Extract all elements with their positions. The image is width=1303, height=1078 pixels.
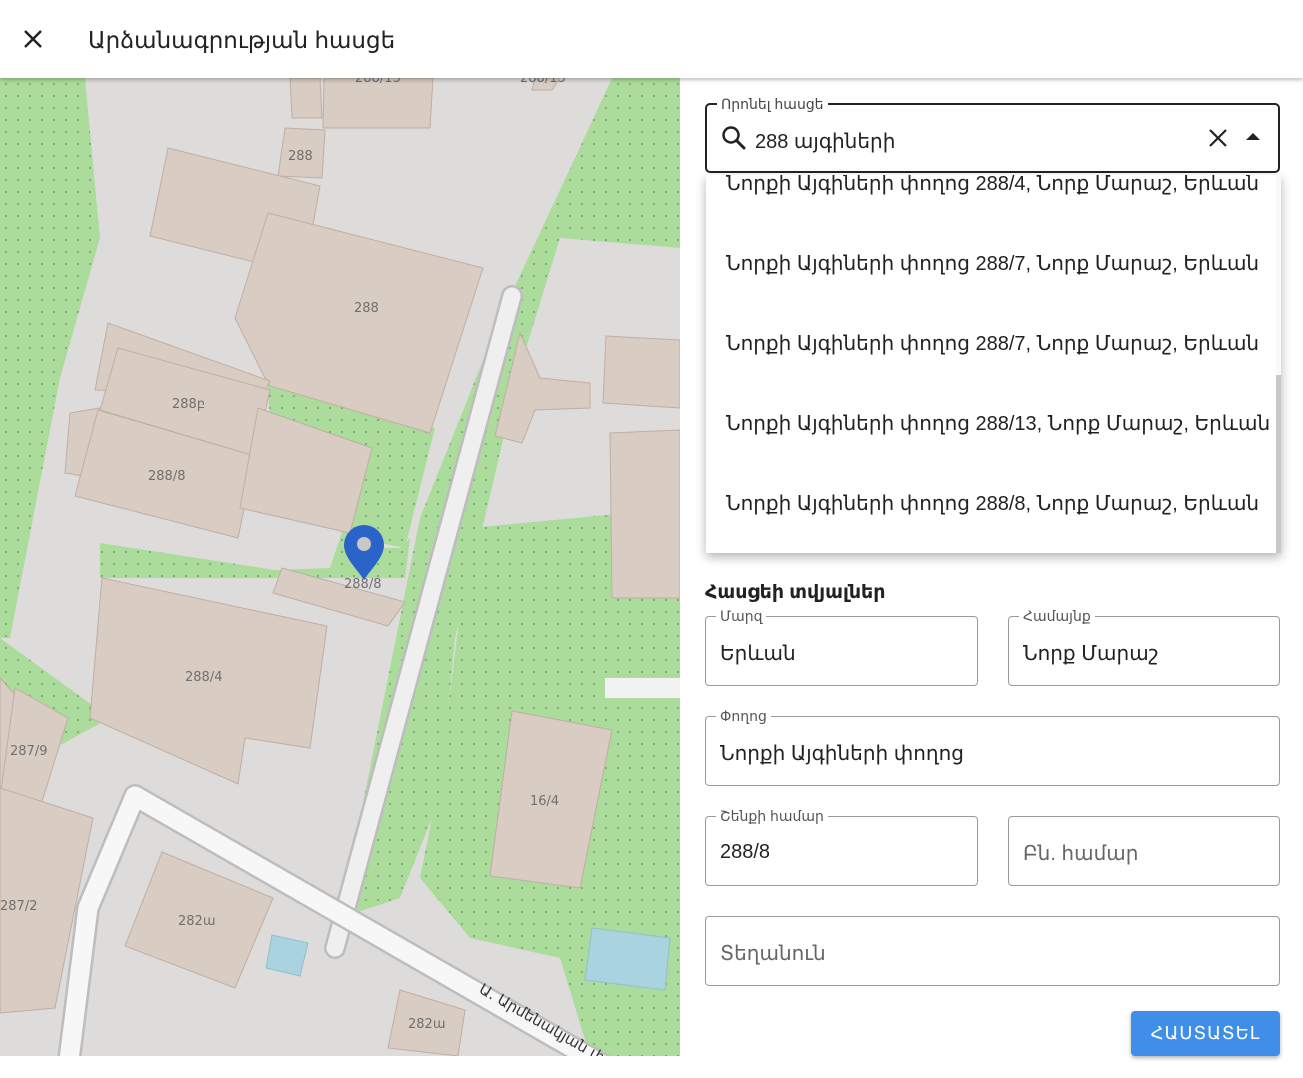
building-label: 288/13: [520, 78, 566, 86]
building-label: 287/2: [0, 899, 37, 914]
address-search-field[interactable]: Որոնել հասցե 288 այգիների: [705, 96, 1280, 173]
address-dialog: Արձանագրության հասցե 288/13 288/13 288 2…: [0, 0, 1303, 1078]
building-label: 288/8: [148, 469, 185, 484]
street-value[interactable]: Նորքի Այգիների փողոց: [720, 741, 964, 766]
dialog-title: Արձանագրության հասցե: [88, 27, 396, 53]
building-number-value[interactable]: 288/8: [720, 841, 770, 864]
close-button[interactable]: [16, 22, 50, 56]
community-field[interactable]: Համայնք Նորք Մարաշ: [1008, 608, 1280, 686]
water-area: [265, 934, 309, 977]
apartment-number-placeholder: Բն. համար: [1023, 843, 1139, 865]
confirm-button[interactable]: ՀԱՍՏԱՏԵԼ: [1131, 1011, 1280, 1056]
address-details-title: Հասցեի տվյալներ: [705, 582, 886, 603]
building-label: 16/4: [530, 794, 559, 809]
water-area: [584, 927, 671, 991]
address-panel: Որոնել հասցե 288 այգիների Նորքի Այգիների…: [680, 78, 1303, 1078]
dropdown-scroll-thumb[interactable]: [1276, 375, 1281, 553]
map-canvas[interactable]: 288/13 288/13 288 288 288բ 288/8 288/8 2…: [0, 78, 680, 1056]
street-field[interactable]: Փողոց Նորքի Այգիների փողոց: [705, 708, 1280, 786]
building-label: 288/8: [344, 577, 381, 592]
caret-up-icon[interactable]: [1246, 133, 1260, 140]
region-value[interactable]: Երևան: [720, 641, 796, 666]
apartment-number-field[interactable]: Բն. համար: [1008, 816, 1280, 886]
building-label: 288բ: [172, 397, 205, 412]
suggestion-item[interactable]: Նորքի Այգիների փողոց 288/13, Նորք Մարաշ,…: [706, 383, 1276, 463]
street-label-text: Փողոց: [716, 708, 771, 724]
close-icon: [24, 30, 42, 48]
community-label: Համայնք: [1019, 608, 1095, 624]
region-field[interactable]: Մարզ Երևան: [705, 608, 978, 686]
search-icon: [722, 126, 746, 150]
building-label: 287/9: [10, 744, 47, 759]
building-label: 288/13: [355, 78, 401, 86]
search-label: Որոնել հասցե: [717, 96, 828, 112]
suggestion-item[interactable]: Նորքի Այգիների փողոց 288/4, Նորք Մարաշ, …: [706, 175, 1276, 223]
region-label: Մարզ: [716, 608, 767, 624]
suggestions-dropdown: Նորքի Այգիների փողոց 288/4, Նորք Մարաշ, …: [706, 175, 1281, 553]
building-label: 288: [288, 149, 313, 164]
suggestion-item[interactable]: Նորքի Այգիների փողոց 288/7, Նորք Մարաշ, …: [706, 223, 1276, 303]
building-label: 282ա: [408, 1017, 445, 1032]
building-label: 288: [354, 301, 379, 316]
dropdown-scrollbar[interactable]: [1276, 175, 1281, 553]
building: [609, 429, 680, 599]
suggestion-item[interactable]: Նորքի Այգիների փողոց 288/7, Նորք Մարաշ, …: [706, 303, 1276, 383]
location-name-field[interactable]: Տեղանուն: [705, 916, 1280, 986]
building: [289, 78, 323, 119]
suggestion-item[interactable]: Նորքի Այգիների փողոց 288/8, Նորք Մարաշ, …: [706, 463, 1276, 543]
building-label: 288/4: [185, 670, 222, 685]
building-label: 282ա: [178, 914, 215, 929]
dialog-header: Արձանագրության հասցե: [0, 0, 1303, 78]
location-name-placeholder: Տեղանուն: [720, 943, 826, 965]
building-number-label: Շենքի համար: [716, 808, 828, 824]
clear-icon[interactable]: [1208, 128, 1228, 148]
building: [602, 335, 680, 409]
building-number-field[interactable]: Շենքի համար 288/8: [705, 808, 978, 886]
map-view[interactable]: 288/13 288/13 288 288 288բ 288/8 288/8 2…: [0, 78, 680, 1056]
community-value[interactable]: Նորք Մարաշ: [1023, 641, 1159, 666]
road: [605, 678, 680, 698]
search-input[interactable]: 288 այգիների: [755, 129, 895, 154]
